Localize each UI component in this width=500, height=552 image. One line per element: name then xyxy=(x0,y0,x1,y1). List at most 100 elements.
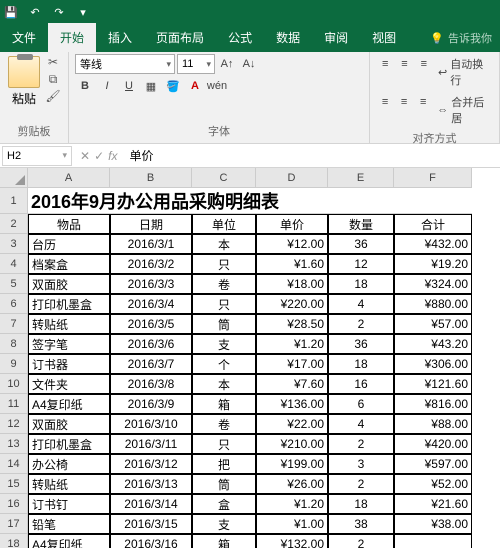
cell[interactable]: ¥1.00 xyxy=(256,514,328,534)
cell[interactable]: 订书钉 xyxy=(28,494,110,514)
cell[interactable]: ¥18.00 xyxy=(256,274,328,294)
cell[interactable]: 4 xyxy=(328,414,394,434)
cell[interactable]: ¥26.00 xyxy=(256,474,328,494)
decrease-font-icon[interactable]: A↓ xyxy=(239,54,259,74)
cell[interactable]: 转贴纸 xyxy=(28,314,110,334)
row-header[interactable]: 10 xyxy=(0,374,28,394)
cell[interactable]: 6 xyxy=(328,394,394,414)
cell[interactable]: ¥121.60 xyxy=(394,374,472,394)
align-bottom-icon[interactable]: ≡ xyxy=(415,54,433,74)
cell[interactable] xyxy=(394,534,472,548)
font-size-select[interactable]: 11 xyxy=(177,54,215,74)
cell[interactable]: 16 xyxy=(328,374,394,394)
tab-insert[interactable]: 插入 xyxy=(96,23,144,52)
cell[interactable]: 2016/3/16 xyxy=(110,534,192,548)
enter-icon[interactable]: ✓ xyxy=(94,149,104,163)
cell[interactable]: 台历 xyxy=(28,234,110,254)
cell[interactable]: 2016/3/10 xyxy=(110,414,192,434)
save-icon[interactable]: 💾 xyxy=(4,5,18,19)
column-header[interactable]: E xyxy=(328,168,394,188)
cell[interactable]: 数量 xyxy=(328,214,394,234)
cell[interactable]: 2016/3/14 xyxy=(110,494,192,514)
cell[interactable]: 打印机墨盒 xyxy=(28,434,110,454)
cell[interactable]: 2016/3/8 xyxy=(110,374,192,394)
cell[interactable]: 2016/3/1 xyxy=(110,234,192,254)
tab-file[interactable]: 文件 xyxy=(0,23,48,52)
cell[interactable]: 支 xyxy=(192,334,256,354)
cell[interactable]: A4复印纸 xyxy=(28,534,110,548)
cell[interactable]: 2016/3/9 xyxy=(110,394,192,414)
cell[interactable]: ¥1.60 xyxy=(256,254,328,274)
cell[interactable]: 双面胶 xyxy=(28,274,110,294)
cell[interactable]: ¥19.20 xyxy=(394,254,472,274)
tab-view[interactable]: 视图 xyxy=(360,23,408,52)
row-header[interactable]: 6 xyxy=(0,294,28,314)
tab-home[interactable]: 开始 xyxy=(48,23,96,52)
cell[interactable]: 2016/3/3 xyxy=(110,274,192,294)
formula-input[interactable]: 单价 xyxy=(123,146,500,166)
cell[interactable]: 把 xyxy=(192,454,256,474)
cell[interactable]: ¥199.00 xyxy=(256,454,328,474)
cell[interactable]: ¥432.00 xyxy=(394,234,472,254)
cell[interactable]: ¥132.00 xyxy=(256,534,328,548)
tab-data[interactable]: 数据 xyxy=(264,23,312,52)
tab-review[interactable]: 审阅 xyxy=(312,23,360,52)
cancel-icon[interactable]: ✕ xyxy=(80,149,90,163)
tab-formula[interactable]: 公式 xyxy=(216,23,264,52)
row-header[interactable]: 3 xyxy=(0,234,28,254)
underline-button[interactable]: U xyxy=(119,76,139,96)
cell[interactable]: 签字笔 xyxy=(28,334,110,354)
row-header[interactable]: 1 xyxy=(0,188,28,214)
cell[interactable]: ¥57.00 xyxy=(394,314,472,334)
align-center-icon[interactable]: ≡ xyxy=(395,92,413,112)
cell[interactable]: A4复印纸 xyxy=(28,394,110,414)
paste-button[interactable]: 粘贴 xyxy=(6,54,42,109)
column-header[interactable]: D xyxy=(256,168,328,188)
bold-button[interactable]: B xyxy=(75,76,95,96)
cell[interactable]: 4 xyxy=(328,294,394,314)
cell[interactable]: ¥136.00 xyxy=(256,394,328,414)
cell[interactable]: 个 xyxy=(192,354,256,374)
cell[interactable]: 档案盒 xyxy=(28,254,110,274)
cell[interactable]: 转贴纸 xyxy=(28,474,110,494)
row-header[interactable]: 5 xyxy=(0,274,28,294)
cell[interactable]: ¥21.60 xyxy=(394,494,472,514)
cell[interactable]: ¥12.00 xyxy=(256,234,328,254)
cell[interactable]: ¥816.00 xyxy=(394,394,472,414)
cell[interactable]: 卷 xyxy=(192,414,256,434)
cell[interactable]: ¥88.00 xyxy=(394,414,472,434)
row-header[interactable]: 16 xyxy=(0,494,28,514)
copy-icon[interactable]: ⧉ xyxy=(44,71,62,87)
row-header[interactable]: 17 xyxy=(0,514,28,534)
cell[interactable]: 本 xyxy=(192,374,256,394)
fx-icon[interactable]: fx xyxy=(108,149,117,163)
column-header[interactable]: C xyxy=(192,168,256,188)
cell[interactable]: 合计 xyxy=(394,214,472,234)
cell[interactable]: 3 xyxy=(328,454,394,474)
cell[interactable]: 单价 xyxy=(256,214,328,234)
cell[interactable]: 只 xyxy=(192,294,256,314)
phonetic-button[interactable]: wén xyxy=(207,76,227,96)
format-painter-icon[interactable]: 🖌 xyxy=(44,88,62,104)
row-header[interactable]: 18 xyxy=(0,534,28,548)
cell[interactable]: 2016/3/13 xyxy=(110,474,192,494)
undo-icon[interactable]: ↶ xyxy=(28,5,42,19)
align-left-icon[interactable]: ≡ xyxy=(376,92,394,112)
name-box[interactable]: H2 xyxy=(2,146,72,166)
cell[interactable]: 2016/3/2 xyxy=(110,254,192,274)
cell[interactable]: 12 xyxy=(328,254,394,274)
cell[interactable]: 筒 xyxy=(192,474,256,494)
cell[interactable]: 办公椅 xyxy=(28,454,110,474)
cell[interactable]: 2016/3/6 xyxy=(110,334,192,354)
row-header[interactable]: 15 xyxy=(0,474,28,494)
border-button[interactable]: ▦ xyxy=(141,76,161,96)
row-header[interactable]: 7 xyxy=(0,314,28,334)
cell[interactable]: ¥324.00 xyxy=(394,274,472,294)
cell[interactable]: 36 xyxy=(328,234,394,254)
cell[interactable]: 2 xyxy=(328,434,394,454)
sheet-title[interactable]: 2016年9月办公用品采购明细表 xyxy=(28,188,472,214)
cell[interactable]: 2 xyxy=(328,474,394,494)
cell[interactable]: ¥597.00 xyxy=(394,454,472,474)
cell[interactable]: 只 xyxy=(192,434,256,454)
cell[interactable]: ¥38.00 xyxy=(394,514,472,534)
